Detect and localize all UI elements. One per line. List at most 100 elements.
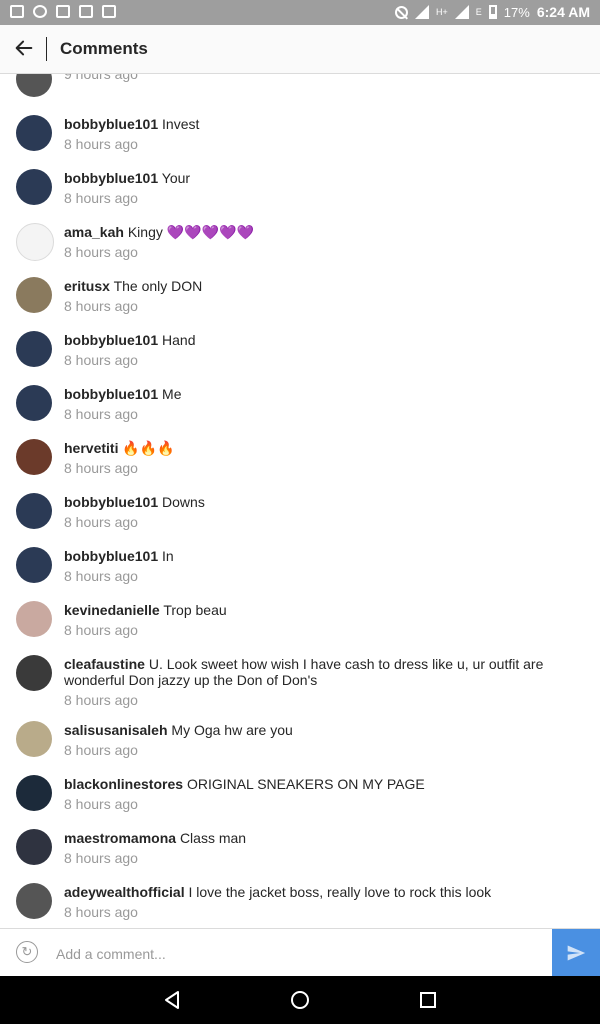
back-button[interactable] xyxy=(10,34,38,62)
comment-body: ORIGINAL SNEAKERS ON MY PAGE xyxy=(186,776,425,792)
comment-text: bobbyblue101 Hand xyxy=(64,330,560,348)
avatar[interactable] xyxy=(16,74,52,97)
comment-username[interactable]: maestromamona xyxy=(64,830,176,846)
comment-username[interactable]: kevinedanielle xyxy=(64,602,160,618)
comment-text: ama_kah Kingy 💜💜💜💜💜 xyxy=(64,222,560,240)
do-not-disturb-icon xyxy=(395,5,409,19)
avatar[interactable] xyxy=(16,883,52,919)
avatar[interactable] xyxy=(16,721,52,757)
comment-timestamp: 8 hours ago xyxy=(64,568,138,584)
comment-username[interactable]: ama_kah xyxy=(64,224,124,240)
comment-timestamp: 8 hours ago xyxy=(64,136,138,152)
comment-text: bobbyblue101 Me xyxy=(64,384,560,402)
comment-list[interactable]: 9 hours ago bobbyblue101 Invest 8 hours ag… xyxy=(0,74,600,928)
whatsapp-icon xyxy=(33,5,47,18)
comment-timestamp: 8 hours ago xyxy=(64,796,138,812)
nav-back-button[interactable] xyxy=(160,988,184,1012)
comment-timestamp: 8 hours ago xyxy=(64,904,138,920)
comment-body: The only DON xyxy=(113,278,203,294)
comment-row[interactable]: blackonlinestores ORIGINAL SNEAKERS ON M… xyxy=(0,768,600,822)
comment-username[interactable]: blackonlinestores xyxy=(64,776,183,792)
avatar[interactable] xyxy=(16,493,52,529)
comment-body: Your xyxy=(161,170,191,186)
comment-timestamp: 8 hours ago xyxy=(64,742,138,758)
comment-row[interactable]: ama_kah Kingy 💜💜💜💜💜 8 hours ago xyxy=(0,216,600,270)
comment-username[interactable]: bobbyblue101 xyxy=(64,494,158,510)
nav-recents-button[interactable] xyxy=(416,988,440,1012)
comment-text: bobbyblue101 Invest xyxy=(64,114,560,132)
avatar[interactable] xyxy=(16,331,52,367)
comment-username[interactable]: bobbyblue101 xyxy=(64,386,158,402)
avatar[interactable] xyxy=(16,601,52,637)
comment-text: hervetiti 🔥🔥🔥 xyxy=(64,438,560,456)
comment-username[interactable]: salisusanisaleh xyxy=(64,722,168,738)
comment-timestamp: 8 hours ago xyxy=(64,850,138,866)
comment-input[interactable] xyxy=(54,939,538,969)
avatar[interactable] xyxy=(16,277,52,313)
status-bar: H+ E 17% 6:24 AM xyxy=(0,0,600,25)
comment-row[interactable]: bobbyblue101 Me 8 hours ago xyxy=(0,378,600,432)
comment-text: eritusx The only DON xyxy=(64,276,560,294)
comment-username[interactable]: hervetiti xyxy=(64,440,118,456)
comment-username[interactable]: eritusx xyxy=(64,278,110,294)
comment-username[interactable]: bobbyblue101 xyxy=(64,548,158,564)
comment-row[interactable]: eritusx The only DON 8 hours ago xyxy=(0,270,600,324)
comment-row[interactable]: kevinedanielle Trop beau 8 hours ago xyxy=(0,594,600,648)
comment-timestamp: 8 hours ago xyxy=(64,298,138,314)
comment-row[interactable]: salisusanisaleh My Oga hw are you 8 hours… xyxy=(0,714,600,768)
comment-row[interactable]: 9 hours ago xyxy=(0,74,600,108)
comment-username[interactable]: cleafaustine xyxy=(64,656,145,672)
comment-row[interactable]: adeywealthofficial I love the jacket bos… xyxy=(0,876,600,928)
comment-row[interactable]: bobbyblue101 Downs 8 hours ago xyxy=(0,486,600,540)
comment-text: adeywealthofficial I love the jacket bos… xyxy=(64,882,560,900)
avatar[interactable] xyxy=(16,655,52,691)
comment-row[interactable]: bobbyblue101 Your 8 hours ago xyxy=(0,162,600,216)
avatar[interactable] xyxy=(16,223,54,261)
comment-body: I love the jacket boss, really love to r… xyxy=(188,884,492,900)
comment-row[interactable]: hervetiti 🔥🔥🔥 8 hours ago xyxy=(0,432,600,486)
comments-header: Comments xyxy=(0,25,600,74)
avatar[interactable] xyxy=(16,775,52,811)
comment-username[interactable]: bobbyblue101 xyxy=(64,116,158,132)
comment-body: Downs xyxy=(162,494,205,510)
system-icons: H+ E 17% 6:24 AM xyxy=(395,4,590,20)
header-divider xyxy=(46,37,47,61)
avatar[interactable] xyxy=(16,169,52,205)
clock: 6:24 AM xyxy=(536,4,590,20)
comment-text: cleafaustine U. Look sweet how wish I ha… xyxy=(64,654,560,688)
gallery-icon xyxy=(56,5,70,18)
comment-body: Me xyxy=(162,386,182,402)
network-type-hplus: H+ xyxy=(436,7,448,17)
comment-timestamp: 8 hours ago xyxy=(64,406,138,422)
comment-timestamp: 8 hours ago xyxy=(64,352,138,368)
comment-row[interactable]: bobbyblue101 Hand 8 hours ago xyxy=(0,324,600,378)
comment-body: 🔥🔥🔥 xyxy=(122,440,175,456)
avatar[interactable] xyxy=(16,439,52,475)
comment-timestamp: 8 hours ago xyxy=(64,622,138,638)
comment-row[interactable]: bobbyblue101 In 8 hours ago xyxy=(0,540,600,594)
comment-body: My Oga hw are you xyxy=(171,722,293,738)
comment-body: Hand xyxy=(162,332,196,348)
comment-row[interactable]: cleafaustine U. Look sweet how wish I ha… xyxy=(0,648,600,714)
signal-icon-2 xyxy=(454,5,469,19)
comment-text: bobbyblue101 Your xyxy=(64,168,560,186)
comment-username[interactable]: adeywealthofficial xyxy=(64,884,185,900)
avatar[interactable] xyxy=(16,385,52,421)
square-recents-icon xyxy=(420,992,436,1008)
comment-username[interactable]: bobbyblue101 xyxy=(64,332,158,348)
comment-row[interactable]: maestromamona Class man 8 hours ago xyxy=(0,822,600,876)
avatar[interactable] xyxy=(16,547,52,583)
facebook-icon xyxy=(10,5,24,18)
comment-timestamp: 9 hours ago xyxy=(64,74,138,82)
comment-text: bobbyblue101 Downs xyxy=(64,492,560,510)
nav-home-button[interactable] xyxy=(288,988,312,1012)
reply-icon[interactable]: ↻ xyxy=(16,941,38,963)
comment-username[interactable]: bobbyblue101 xyxy=(64,170,158,186)
avatar[interactable] xyxy=(16,115,52,151)
comment-timestamp: 8 hours ago xyxy=(64,460,138,476)
comment-row[interactable]: bobbyblue101 Invest 8 hours ago xyxy=(0,108,600,162)
comment-text: kevinedanielle Trop beau xyxy=(64,600,560,618)
avatar[interactable] xyxy=(16,829,52,865)
send-button[interactable] xyxy=(552,929,600,977)
comment-composer: ↻ xyxy=(0,928,600,977)
